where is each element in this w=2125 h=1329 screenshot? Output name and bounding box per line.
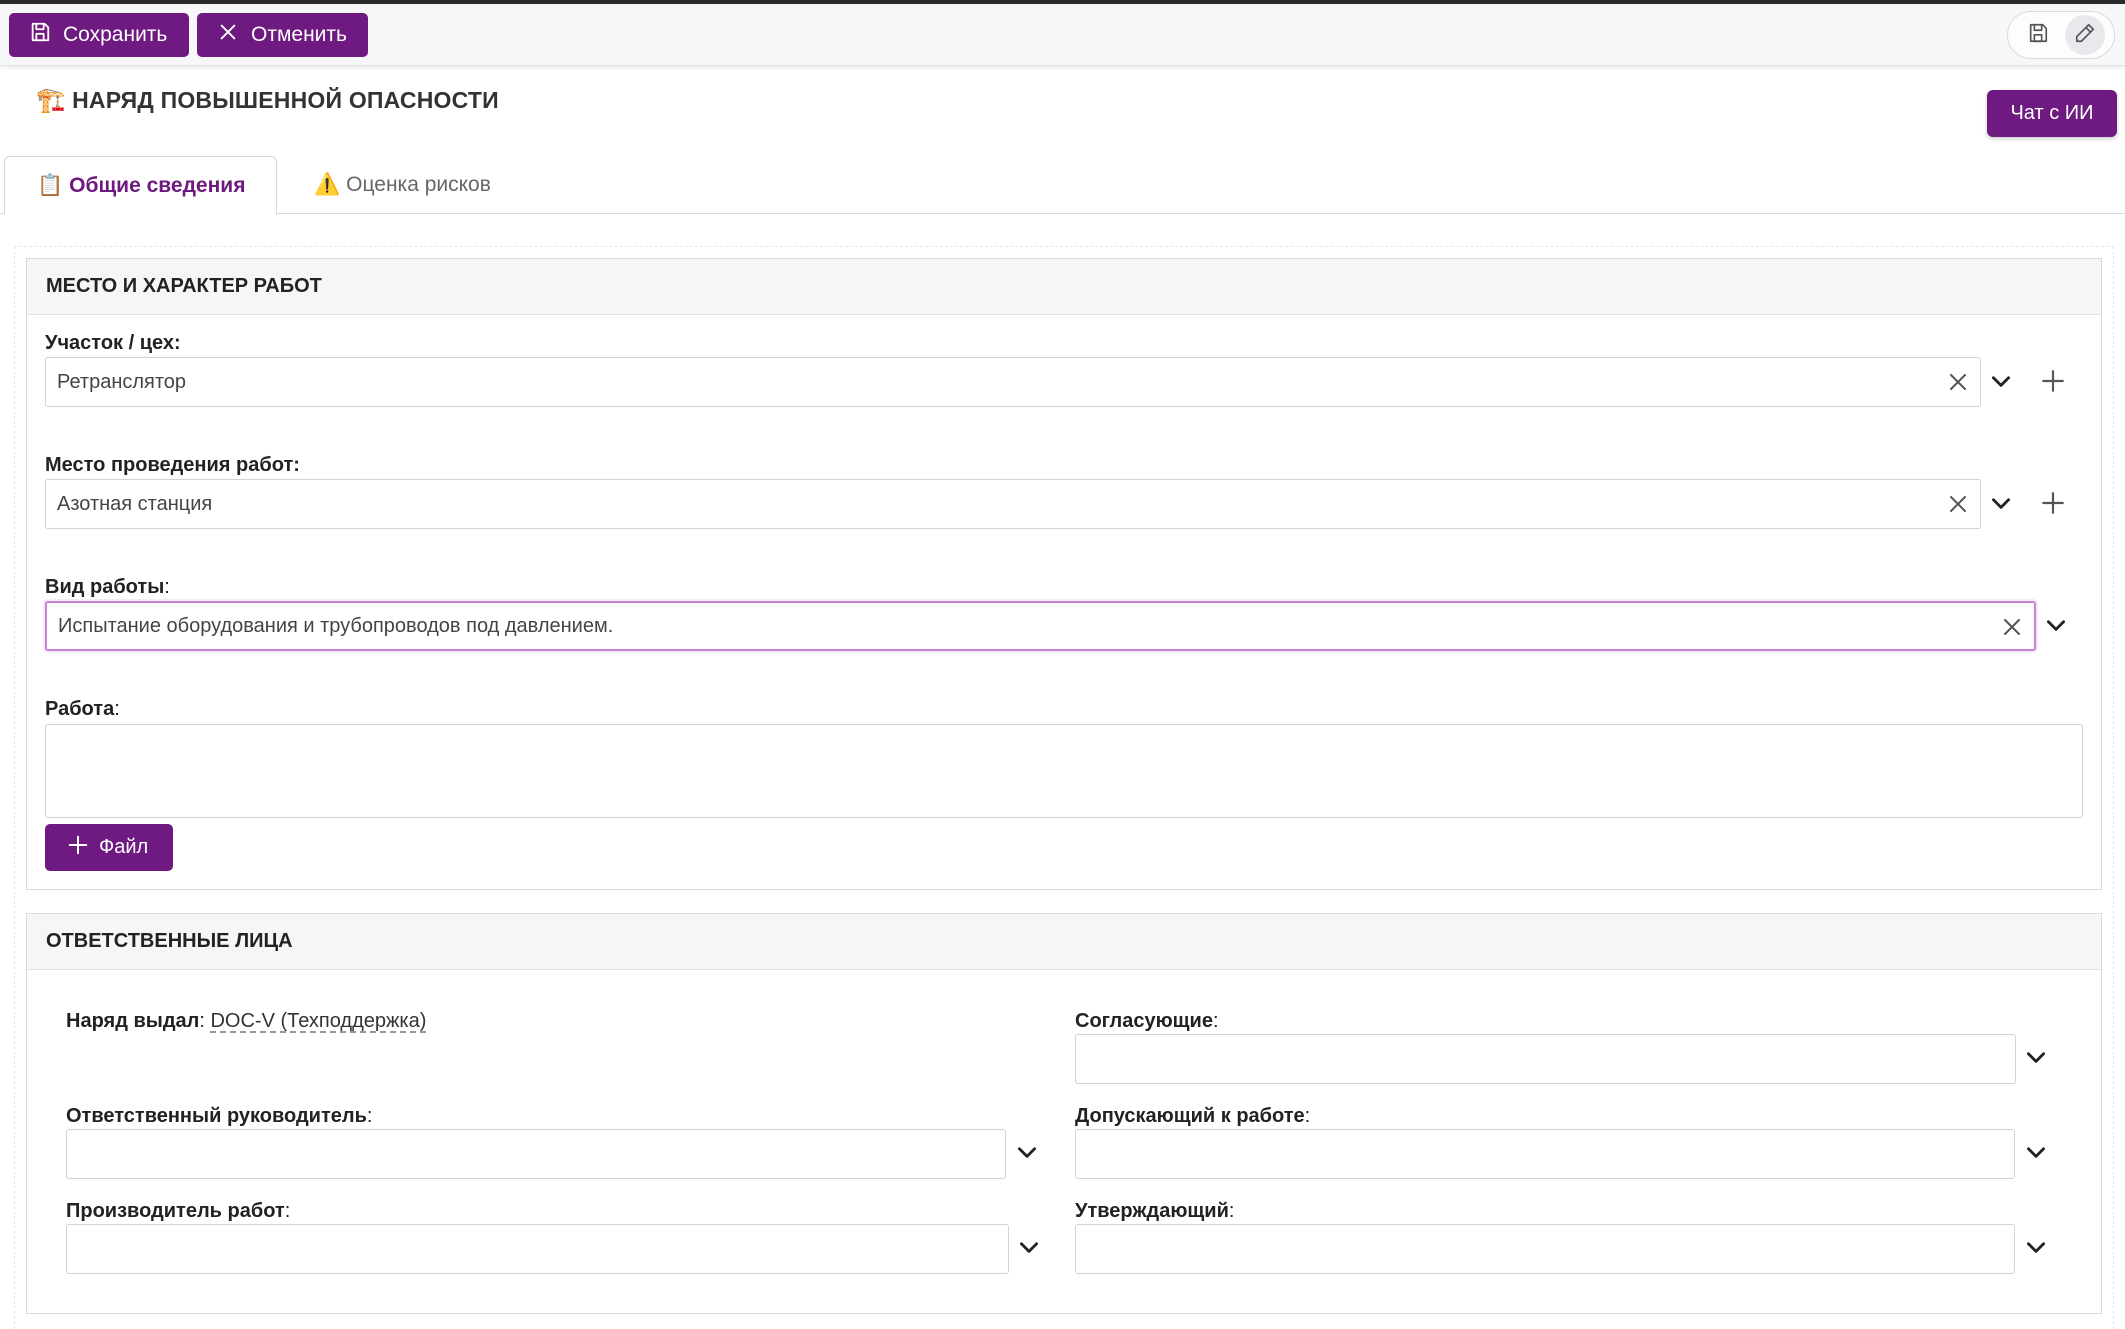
worktype-label: Вид работы: (45, 576, 170, 598)
view-mode-switcher (2007, 11, 2115, 59)
approvers-label: Согласующие: (1075, 1010, 1219, 1032)
confirming-label: Утверждающий: (1075, 1200, 1235, 1222)
page-title-text: НАРЯД ПОВЫШЕННОЙ ОПАСНОСТИ (72, 87, 499, 113)
save-view-button[interactable] (2018, 15, 2058, 55)
warning-icon: ⚠️ (314, 173, 341, 196)
place-value: Азотная станция (57, 492, 213, 515)
admitting-label: Допускающий к работе: (1075, 1105, 1311, 1127)
tab-label: Общие сведения (69, 173, 246, 197)
add-icon[interactable] (2040, 490, 2066, 516)
plus-icon (67, 834, 89, 862)
work-label: Работа: (45, 698, 120, 720)
chevron-down-icon[interactable] (2023, 1139, 2049, 1165)
work-producer-label: Производитель работ: (66, 1200, 291, 1222)
clipboard-icon: 📋 (37, 173, 64, 197)
issued-by-value[interactable]: DOC-V (Техподдержка) (210, 1010, 426, 1032)
tab-bar: 📋 Общие сведения ⚠️ Оценка рисков (0, 156, 2125, 215)
chevron-down-icon[interactable] (1016, 1234, 1042, 1260)
tab-general-info[interactable]: 📋 Общие сведения (4, 156, 277, 215)
add-file-label: Файл (99, 836, 149, 858)
clear-icon[interactable] (2000, 615, 2024, 639)
section-heading: МЕСТО И ХАРАКТЕР РАБОТ (27, 259, 2101, 315)
worktype-select[interactable]: Испытание оборудования и трубопроводов п… (45, 601, 2036, 651)
tab-label: Оценка рисков (346, 173, 491, 196)
chevron-down-icon[interactable] (1014, 1139, 1040, 1165)
place-label: Место проведения работ: (45, 454, 300, 476)
site-select[interactable]: Ретранслятор (45, 357, 1981, 407)
ai-chat-button[interactable]: Чат с ИИ (1987, 90, 2117, 137)
confirming-select[interactable] (1075, 1224, 2015, 1274)
approvers-select[interactable] (1075, 1034, 2016, 1084)
work-producer-select[interactable] (66, 1224, 1009, 1274)
chevron-down-icon[interactable] (1988, 490, 2014, 516)
cancel-button[interactable]: Отменить (197, 13, 368, 57)
toolbar: Сохранить Отменить (0, 4, 2125, 66)
chevron-down-icon[interactable] (2023, 1234, 2049, 1260)
edit-view-button[interactable] (2064, 15, 2105, 55)
cancel-button-label: Отменить (251, 23, 347, 46)
responsible-manager-label: Ответственный руководитель: (66, 1105, 373, 1127)
admitting-select[interactable] (1075, 1129, 2015, 1179)
worktype-value: Испытание оборудования и трубопроводов п… (58, 614, 614, 637)
issued-by-row: Наряд выдал: DOC-V (Техподдержка) (66, 1010, 427, 1032)
section-heading: ОТВЕТСТВЕННЫЕ ЛИЦА (27, 914, 2101, 970)
chevron-down-icon[interactable] (2043, 612, 2069, 638)
clear-icon[interactable] (1946, 492, 1970, 516)
save-button-label: Сохранить (63, 23, 168, 46)
clear-icon[interactable] (1946, 370, 1970, 394)
close-icon (217, 21, 239, 49)
site-label: Участок / цех: (45, 332, 181, 354)
place-select[interactable]: Азотная станция (45, 479, 1981, 529)
construction-crane-icon: 🏗️ (36, 87, 67, 114)
pencil-icon (2074, 22, 2096, 49)
work-textarea[interactable] (45, 724, 2083, 818)
save-button[interactable]: Сохранить (9, 13, 189, 57)
chevron-down-icon[interactable] (2023, 1044, 2049, 1070)
tab-risk-assessment[interactable]: ⚠️ Оценка рисков (314, 156, 491, 214)
add-file-button[interactable]: Файл (45, 824, 173, 871)
page-title: 🏗️ НАРЯД ПОВЫШЕННОЙ ОПАСНОСТИ (36, 86, 499, 115)
floppy-disk-icon (2027, 22, 2049, 49)
add-icon[interactable] (2040, 368, 2066, 394)
chevron-down-icon[interactable] (1988, 368, 2014, 394)
responsible-manager-select[interactable] (66, 1129, 1006, 1179)
floppy-disk-icon (29, 21, 51, 49)
site-value: Ретранслятор (57, 370, 187, 393)
